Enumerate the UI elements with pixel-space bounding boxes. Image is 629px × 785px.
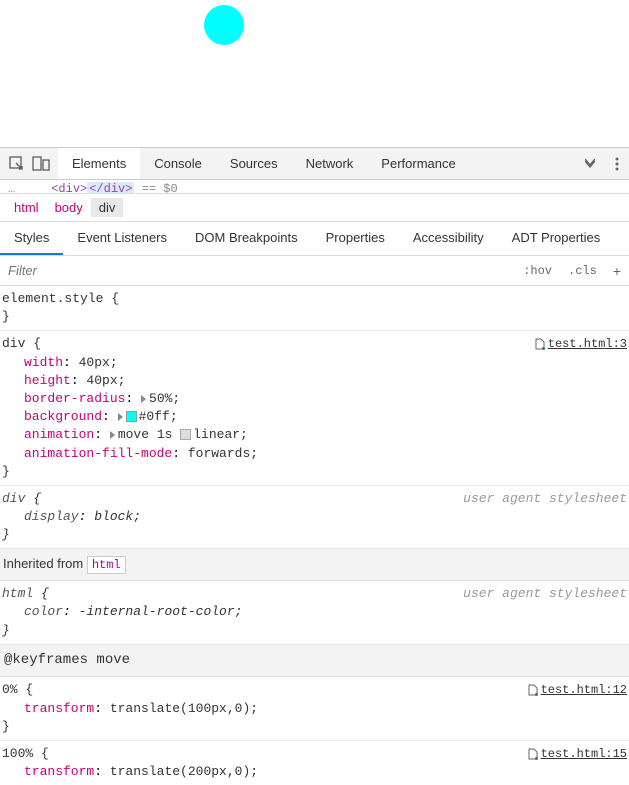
prop-height-name[interactable]: height xyxy=(24,373,71,388)
inherited-label: Inherited from xyxy=(3,556,87,571)
crumb-body[interactable]: body xyxy=(47,198,91,217)
file-icon xyxy=(527,684,539,696)
prop-display-value: block; xyxy=(86,509,141,524)
prop-fill-mode-value[interactable]: forwards; xyxy=(180,446,258,461)
prop-transform-100-value[interactable]: translate(200px,0); xyxy=(102,764,258,779)
prop-color-name: color xyxy=(24,604,63,619)
animated-circle xyxy=(204,5,244,45)
selector-div-ua: div xyxy=(2,491,25,506)
bezier-curve-icon[interactable] xyxy=(180,429,191,440)
add-rule-icon[interactable]: + xyxy=(605,257,629,285)
prop-display-name: display xyxy=(24,509,79,524)
inspect-icon[interactable] xyxy=(8,155,26,173)
subtab-event-listeners[interactable]: Event Listeners xyxy=(63,222,181,255)
subtab-styles[interactable]: Styles xyxy=(0,222,63,255)
brace-close: } xyxy=(2,463,627,481)
subtab-accessibility[interactable]: Accessibility xyxy=(399,222,498,255)
expand-icon[interactable] xyxy=(110,431,115,439)
expand-icon[interactable] xyxy=(141,395,146,403)
inherited-from-bar: Inherited from html xyxy=(0,549,629,581)
rule-keyframe-0[interactable]: 0% { test.html:12 transform: translate(1… xyxy=(0,677,629,741)
source-link-kf100[interactable]: test.html:15 xyxy=(541,746,627,763)
subtab-adt-properties[interactable]: ADT Properties xyxy=(498,222,615,255)
inherited-tag[interactable]: html xyxy=(87,556,126,574)
dom-eq-marker: == $0 xyxy=(134,182,177,194)
source-link-kf0[interactable]: test.html:12 xyxy=(541,682,627,699)
selector-div: div xyxy=(2,336,25,351)
keyframes-bar: @keyframes move xyxy=(0,645,629,678)
filter-row: :hov .cls + xyxy=(0,256,629,286)
dom-close-tag: </div> xyxy=(89,182,132,194)
subtab-dom-breakpoints[interactable]: DOM Breakpoints xyxy=(181,222,312,255)
tab-network[interactable]: Network xyxy=(292,148,368,179)
devtools-toolbar: Elements Console Sources Network Perform… xyxy=(0,148,629,180)
selector-html-ua: html xyxy=(2,586,33,601)
filter-input[interactable] xyxy=(0,256,515,285)
dom-tree-line[interactable]: … <div></div> == $0 xyxy=(0,180,629,194)
ua-stylesheet-label: user agent stylesheet xyxy=(463,585,627,603)
rule-div-ua[interactable]: div { user agent stylesheet display: blo… xyxy=(0,486,629,550)
prop-width-name[interactable]: width xyxy=(24,355,63,370)
page-preview xyxy=(0,0,629,148)
prop-transform-100-name[interactable]: transform xyxy=(24,764,94,779)
prop-background-name[interactable]: background xyxy=(24,409,102,424)
keyframe-0-selector: 0% xyxy=(2,682,18,697)
rule-keyframe-100[interactable]: 100% { test.html:15 transform: translate… xyxy=(0,741,629,785)
tab-performance[interactable]: Performance xyxy=(367,148,469,179)
file-icon xyxy=(534,338,546,350)
dom-open-tag: <div> xyxy=(51,182,87,194)
hov-button[interactable]: :hov xyxy=(515,258,560,284)
ua-stylesheet-label: user agent stylesheet xyxy=(463,490,627,508)
prop-animation-move[interactable]: move 1s xyxy=(118,427,180,442)
breadcrumb: html body div xyxy=(0,194,629,222)
color-swatch-icon[interactable] xyxy=(126,411,137,422)
prop-transform-0-name[interactable]: transform xyxy=(24,701,94,716)
kebab-menu-icon[interactable] xyxy=(605,149,629,179)
prop-border-radius-value[interactable]: 50%; xyxy=(149,391,180,406)
crumb-html[interactable]: html xyxy=(6,198,47,217)
prop-animation-name[interactable]: animation xyxy=(24,427,94,442)
source-link-div[interactable]: test.html:3 xyxy=(548,336,627,353)
cls-button[interactable]: .cls xyxy=(560,258,605,284)
styles-subtabs: Styles Event Listeners DOM Breakpoints P… xyxy=(0,222,629,256)
subtab-properties[interactable]: Properties xyxy=(312,222,399,255)
tab-console[interactable]: Console xyxy=(140,148,216,179)
expand-icon[interactable] xyxy=(118,413,123,421)
rule-html-ua[interactable]: html { user agent stylesheet color: -int… xyxy=(0,581,629,645)
rule-element-style[interactable]: element.style { } xyxy=(0,286,629,331)
tab-elements[interactable]: Elements xyxy=(58,148,140,179)
prop-width-value[interactable]: 40px; xyxy=(71,355,118,370)
brace-close: } xyxy=(2,718,627,736)
brace-close: } xyxy=(2,622,627,640)
prop-animation-timing[interactable]: linear; xyxy=(193,427,248,442)
prop-border-radius-name[interactable]: border-radius xyxy=(24,391,125,406)
keyframe-100-selector: 100% xyxy=(2,746,33,761)
dom-ellipsis: … xyxy=(8,182,15,194)
device-toggle-icon[interactable] xyxy=(32,155,50,173)
brace-close: } xyxy=(2,308,627,326)
brace-close: } xyxy=(2,526,627,544)
prop-color-value: -internal-root-color; xyxy=(71,604,243,619)
prop-height-value[interactable]: 40px; xyxy=(79,373,126,388)
prop-background-value[interactable]: #0ff; xyxy=(139,409,178,424)
main-tabs: Elements Console Sources Network Perform… xyxy=(58,148,575,179)
selector-element-style: element.style xyxy=(2,291,103,306)
prop-transform-0-value[interactable]: translate(100px,0); xyxy=(102,701,258,716)
rule-div[interactable]: div { test.html:3 width: 40px; height: 4… xyxy=(0,331,629,486)
more-tabs-icon[interactable] xyxy=(575,151,605,177)
file-icon xyxy=(527,748,539,760)
crumb-div[interactable]: div xyxy=(91,198,124,217)
prop-fill-mode-name[interactable]: animation-fill-mode xyxy=(24,446,172,461)
tab-sources[interactable]: Sources xyxy=(216,148,292,179)
styles-panel: element.style { } div { test.html:3 widt… xyxy=(0,286,629,785)
